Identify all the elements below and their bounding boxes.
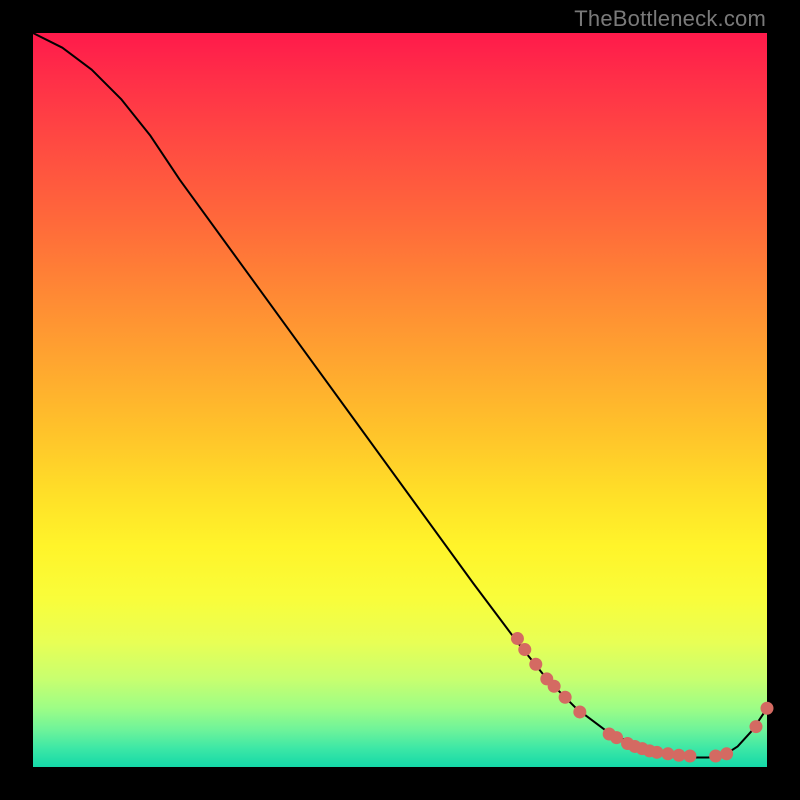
data-marker: [761, 702, 774, 715]
data-marker: [650, 746, 663, 759]
data-marker: [559, 691, 572, 704]
data-marker: [661, 747, 674, 760]
data-marker: [529, 658, 542, 671]
watermark-text: TheBottleneck.com: [574, 6, 766, 32]
data-marker: [709, 749, 722, 762]
data-marker: [672, 749, 685, 762]
data-marker: [683, 749, 696, 762]
marker-series: [511, 632, 774, 762]
data-marker: [573, 705, 586, 718]
curve-series: [33, 33, 767, 757]
data-marker: [720, 747, 733, 760]
data-marker: [610, 731, 623, 744]
data-marker: [518, 643, 531, 656]
data-marker: [511, 632, 524, 645]
curve-path: [33, 33, 767, 757]
chart-overlay: [33, 33, 767, 767]
data-marker: [749, 720, 762, 733]
chart-frame: TheBottleneck.com: [0, 0, 800, 800]
data-marker: [548, 680, 561, 693]
